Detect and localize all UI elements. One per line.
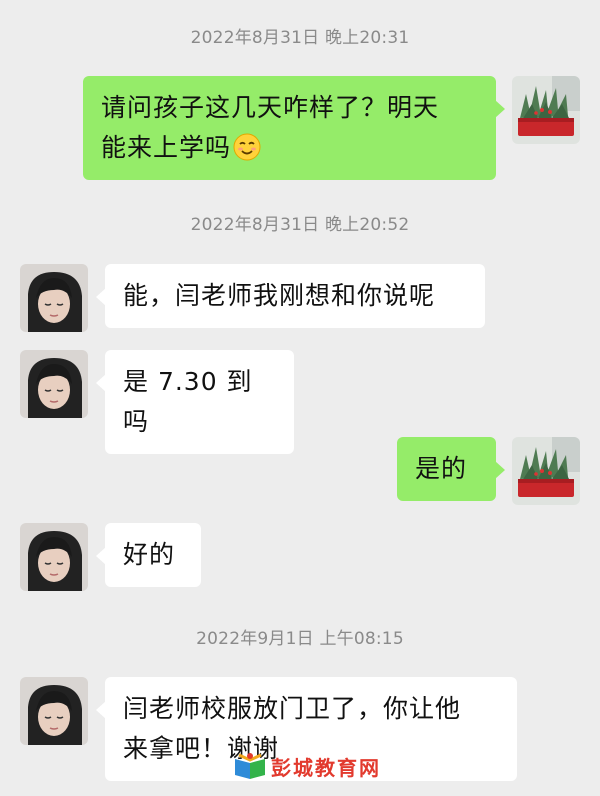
- message-line: 是 7.30 到吗: [123, 367, 253, 436]
- incoming-message-bubble[interactable]: 能，闫老师我刚想和你说呢: [96, 264, 485, 328]
- my-avatar-plant-icon[interactable]: [512, 76, 580, 144]
- message-line: 是的: [415, 454, 468, 483]
- timestamp: 2022年8月31日 晚上20:31: [190, 28, 410, 48]
- timestamp: 2022年9月1日 上午08:15: [196, 629, 404, 649]
- message-line: 闫老师校服放门卫了，你让他: [123, 694, 462, 723]
- incoming-message-bubble[interactable]: 是 7.30 到吗: [96, 350, 294, 454]
- parent-avatar[interactable]: [20, 677, 88, 745]
- book-logo-icon: [235, 753, 265, 779]
- message-line: 请问孩子这几天咋样了？明天: [101, 93, 440, 122]
- watermark-text: 彭城教育网: [271, 755, 381, 780]
- parent-avatar[interactable]: [20, 523, 88, 591]
- outgoing-message-bubble[interactable]: 请问孩子这几天咋样了？明天 能来上学吗: [83, 76, 505, 180]
- message-line: 能来上学吗: [101, 128, 478, 168]
- outgoing-message-bubble[interactable]: 是的: [397, 437, 505, 501]
- my-avatar-plant-icon[interactable]: [512, 437, 580, 505]
- message-line: 好的: [123, 540, 176, 569]
- timestamp: 2022年8月31日 晚上20:52: [190, 215, 410, 235]
- message-line: 能，闫老师我刚想和你说呢: [123, 281, 436, 310]
- incoming-message-bubble[interactable]: 好的: [96, 523, 201, 587]
- smile-emoji-icon: [233, 133, 261, 161]
- watermark: 彭城教育网: [233, 748, 381, 784]
- parent-avatar[interactable]: [20, 350, 88, 418]
- parent-avatar[interactable]: [20, 264, 88, 332]
